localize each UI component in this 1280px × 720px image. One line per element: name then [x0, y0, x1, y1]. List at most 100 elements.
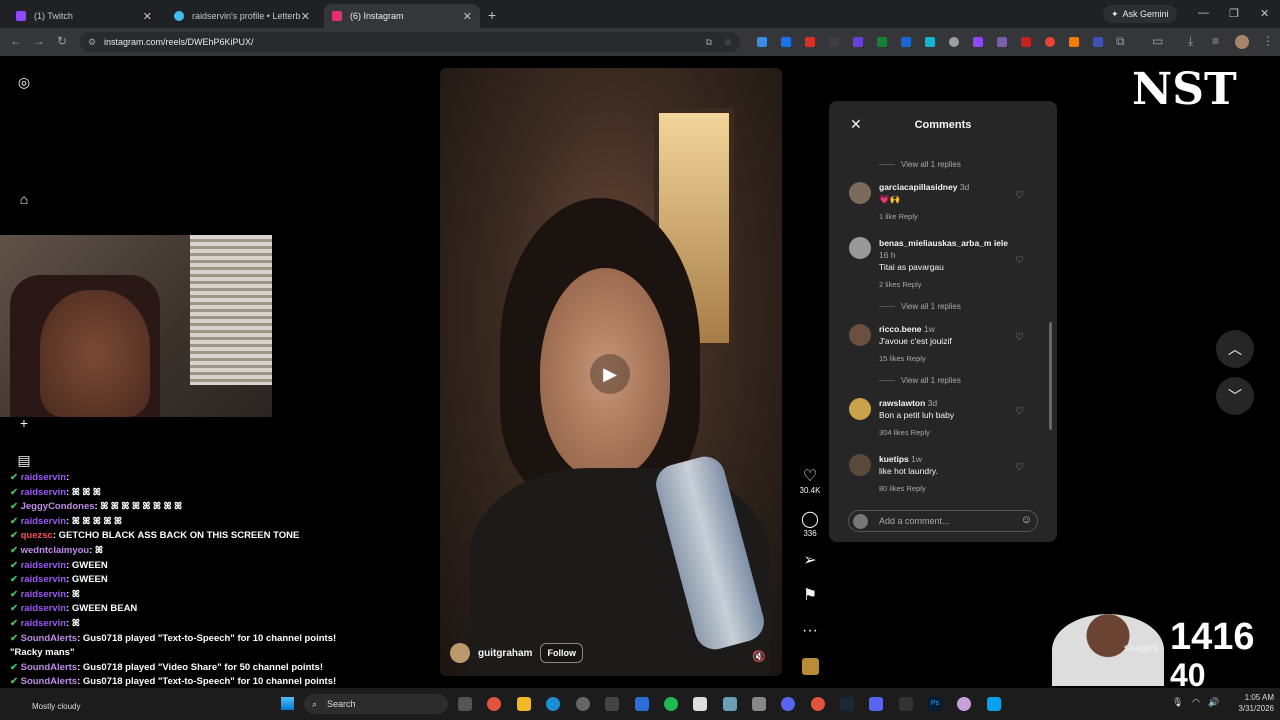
chat-username[interactable]: raidservin: [21, 574, 66, 585]
steam-icon[interactable]: [840, 697, 854, 711]
heart-icon[interactable]: ♡: [1015, 255, 1024, 266]
address-bar[interactable]: ⚙ instagram.com/reels/DWEhP6KiPUX/ ⧉ ☆: [80, 32, 740, 52]
owner-avatar[interactable]: [450, 643, 470, 663]
comment-username[interactable]: garciacapillasidney: [879, 182, 957, 192]
chat-username[interactable]: raidservin: [21, 472, 66, 483]
chat-username[interactable]: JeggyCondones: [21, 501, 95, 512]
chat-username[interactable]: raidservin: [21, 487, 66, 498]
chat-username[interactable]: SoundAlerts: [21, 676, 77, 687]
edge-icon[interactable]: [546, 697, 560, 711]
extension-icon[interactable]: [925, 37, 935, 47]
commenter-avatar[interactable]: [849, 182, 871, 204]
comment-username[interactable]: kuetips: [879, 454, 909, 464]
clock[interactable]: 1:05 AM 3/31/2026: [1232, 692, 1274, 714]
comment-meta[interactable]: 15 likes Reply: [879, 354, 926, 363]
commenter-avatar[interactable]: [849, 398, 871, 420]
heart-icon[interactable]: ♡: [1015, 406, 1024, 417]
extensions-puzzle-icon[interactable]: ⧉: [1116, 34, 1125, 49]
commenter-avatar[interactable]: [849, 454, 871, 476]
chat-username[interactable]: raidservin: [21, 589, 66, 600]
extension-icon[interactable]: [1021, 37, 1031, 47]
commenter-avatar[interactable]: [849, 324, 871, 346]
comment-button[interactable]: ◯ 336: [796, 511, 824, 538]
app-icon[interactable]: [693, 697, 707, 711]
minimize-icon[interactable]: —: [1198, 7, 1209, 19]
extension-icon[interactable]: [829, 37, 839, 47]
extension-icon[interactable]: [901, 37, 911, 47]
extension-icon[interactable]: [1093, 37, 1103, 47]
capcut-icon[interactable]: [987, 697, 1001, 711]
play-icon[interactable]: ▶: [590, 354, 630, 394]
reload-icon[interactable]: ↻: [57, 34, 67, 48]
next-reel-button[interactable]: ﹀: [1216, 377, 1254, 415]
heart-icon[interactable]: ♡: [1015, 190, 1024, 201]
home-icon[interactable]: ⌂: [16, 191, 32, 207]
reel-video[interactable]: ▶ guitgraham Follow 🔇: [440, 68, 782, 676]
extension-icon[interactable]: [949, 37, 959, 47]
comment-username[interactable]: ricco.bene: [879, 324, 922, 334]
discord-icon[interactable]: [781, 697, 795, 711]
microphone-icon[interactable]: 🎙: [1172, 697, 1183, 708]
comment-input[interactable]: Add a comment... ☺: [848, 510, 1038, 532]
comments-scrollbar[interactable]: [1049, 322, 1052, 430]
share-button[interactable]: ➢: [796, 552, 824, 570]
task-view-icon[interactable]: [458, 697, 472, 711]
instagram-logo-icon[interactable]: ◎: [16, 74, 32, 90]
windows-start-icon[interactable]: [281, 697, 294, 710]
volume-icon[interactable]: 🔊: [1208, 697, 1219, 708]
tab-letterboxd[interactable]: raidservin's profile • Letterboxd ✕: [166, 4, 318, 28]
taskbar-search[interactable]: ⌕ Search: [304, 694, 448, 714]
epic-games-icon[interactable]: [899, 697, 913, 711]
chat-username[interactable]: wedntclaimyou: [21, 545, 90, 556]
chrome-icon[interactable]: [487, 697, 501, 711]
close-tab-icon[interactable]: ✕: [463, 10, 472, 23]
app-icon[interactable]: [635, 697, 649, 711]
view-replies-link[interactable]: View all 1 replies: [879, 302, 961, 311]
tab-instagram[interactable]: (6) Instagram ✕: [324, 4, 480, 28]
close-window-icon[interactable]: ✕: [1260, 7, 1269, 20]
owner-username[interactable]: guitgraham: [478, 648, 532, 659]
back-icon[interactable]: ←: [10, 34, 22, 48]
chrome-icon[interactable]: [811, 697, 825, 711]
view-replies-link[interactable]: View all 1 replies: [879, 376, 961, 385]
close-tab-icon[interactable]: ✕: [143, 10, 152, 23]
restore-icon[interactable]: ❐: [1229, 7, 1239, 20]
comment-meta[interactable]: 2 likes Reply: [879, 280, 922, 289]
extension-icon[interactable]: [997, 37, 1007, 47]
photoshop-icon[interactable]: Ps: [928, 697, 942, 711]
forward-icon[interactable]: →: [33, 34, 45, 48]
discord-icon[interactable]: [869, 697, 883, 711]
chat-username[interactable]: SoundAlerts: [21, 633, 77, 644]
extension-icon[interactable]: [877, 37, 887, 47]
comment-meta[interactable]: 304 likes Reply: [879, 428, 930, 437]
extension-icon[interactable]: [1069, 37, 1079, 47]
extension-icon[interactable]: [805, 37, 815, 47]
commenter-avatar[interactable]: [849, 237, 871, 259]
site-info-icon[interactable]: ⚙: [88, 37, 96, 48]
tab-search-icon[interactable]: ▭: [1152, 34, 1163, 48]
ask-gemini-button[interactable]: ✦ Ask Gemini: [1103, 5, 1177, 23]
file-explorer-icon[interactable]: [517, 697, 531, 711]
comment-meta[interactable]: 1 like Reply: [879, 212, 918, 221]
profile-avatar[interactable]: [1235, 35, 1249, 49]
app-icon[interactable]: [957, 697, 971, 711]
tab-twitch[interactable]: (1) Twitch ✕: [8, 4, 160, 28]
extension-icon[interactable]: [1045, 37, 1055, 47]
chat-username[interactable]: quezsc: [21, 530, 53, 541]
like-button[interactable]: ♡ 30.4K: [796, 468, 824, 495]
notes-icon[interactable]: [723, 697, 737, 711]
spotify-icon[interactable]: [664, 697, 678, 711]
heart-icon[interactable]: ♡: [1015, 462, 1024, 473]
bookmark-star-icon[interactable]: ☆: [724, 37, 732, 48]
previous-reel-button[interactable]: ︿: [1216, 330, 1254, 368]
create-plus-icon[interactable]: +: [16, 415, 32, 431]
app-icon[interactable]: [605, 697, 619, 711]
emoji-icon[interactable]: ☺: [1021, 514, 1032, 526]
comment-username[interactable]: rawslawton: [879, 398, 925, 408]
new-tab-icon[interactable]: +: [488, 7, 496, 23]
chat-username[interactable]: raidservin: [21, 618, 66, 629]
extension-icon[interactable]: [757, 37, 767, 47]
more-options-button[interactable]: ···: [796, 622, 824, 640]
chat-username[interactable]: raidservin: [21, 603, 66, 614]
extension-icon[interactable]: [781, 37, 791, 47]
